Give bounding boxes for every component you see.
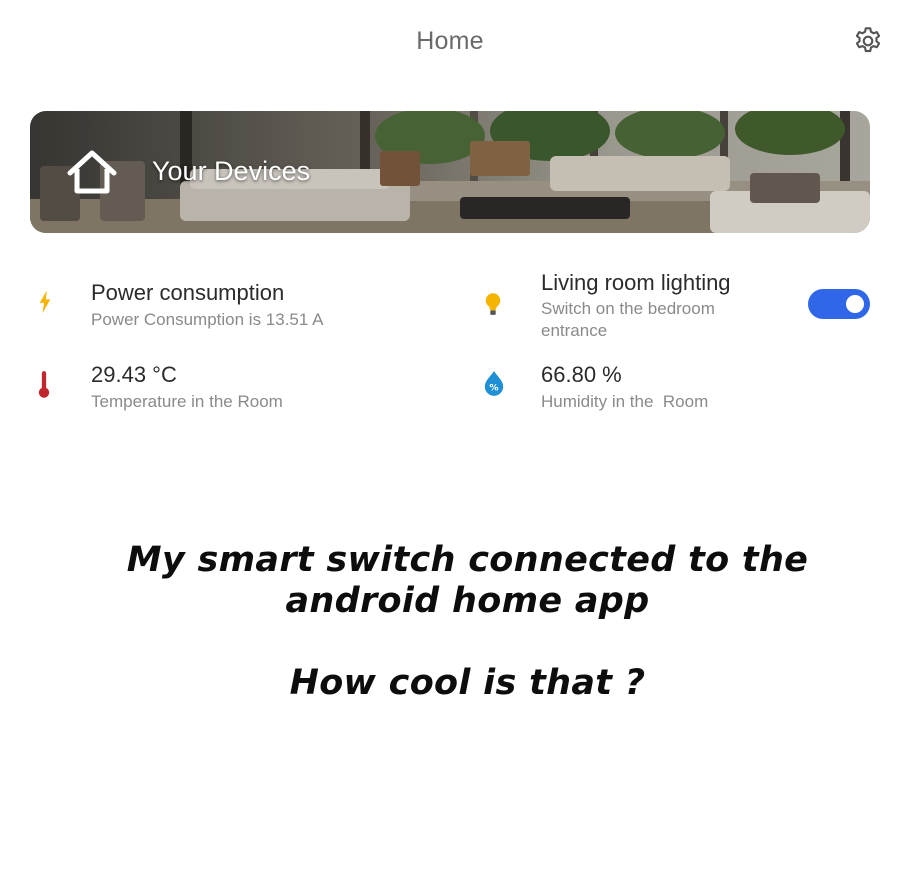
svg-text:%: %	[489, 382, 498, 393]
humidity-card[interactable]: % 66.80 % Humidity in the Room	[480, 352, 870, 422]
caption-line-1: My smart switch connected to the	[126, 540, 809, 580]
lighting-title: Living room lighting	[541, 270, 731, 295]
lightbulb-icon	[485, 293, 501, 315]
toggle-knob	[846, 295, 864, 313]
temperature-subtitle: Temperature in the Room	[91, 392, 283, 411]
thermometer-icon	[38, 371, 50, 398]
lightning-icon	[39, 290, 51, 314]
page-title: Home	[416, 27, 484, 55]
banner-label: Your Devices	[152, 156, 311, 186]
lighting-subtitle: Switch on the bedroom entrance	[541, 299, 715, 340]
caption-line-2: android home app	[285, 581, 650, 621]
lighting-toggle-switch[interactable]	[808, 289, 870, 319]
power-subtitle: Power Consumption is 13.51 A	[91, 310, 324, 329]
caption-line-3: How cool is that ?	[289, 663, 646, 703]
temperature-value: 29.43 °C	[91, 362, 177, 387]
temperature-card[interactable]: 29.43 °C Temperature in the Room	[30, 352, 450, 422]
humidity-subtitle: Humidity in the Room	[541, 392, 709, 411]
your-devices-banner[interactable]: Your Devices	[30, 111, 870, 233]
humidity-value: 66.80 %	[541, 362, 622, 387]
home-icon	[67, 150, 117, 194]
power-consumption-card[interactable]: Power consumption Power Consumption is 1…	[30, 270, 450, 340]
power-title: Power consumption	[91, 280, 285, 305]
top-app-bar: Home	[0, 0, 900, 84]
humidity-drop-icon: %	[484, 371, 504, 396]
gear-icon[interactable]	[852, 25, 884, 57]
